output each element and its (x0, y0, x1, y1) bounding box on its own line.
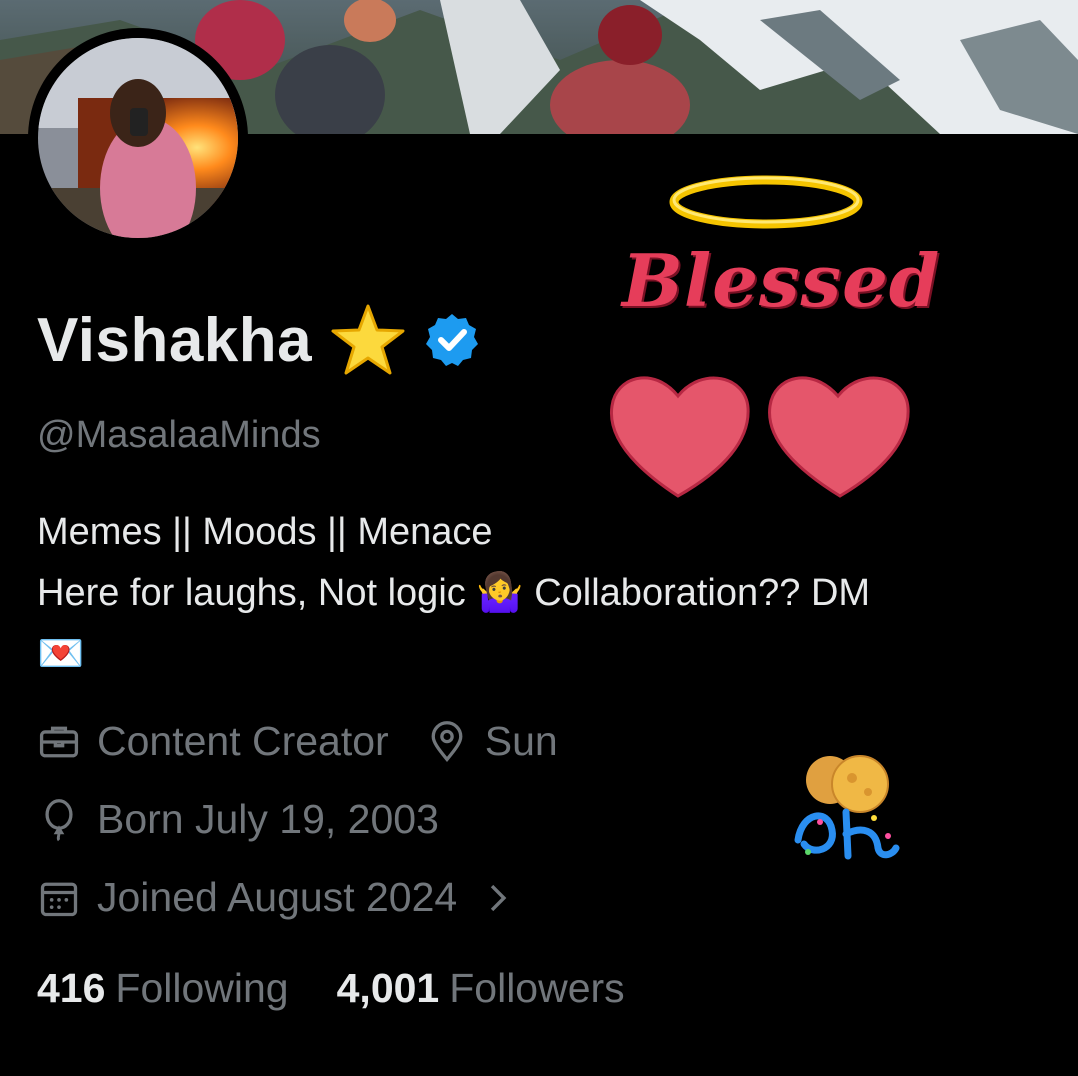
love-letter-emoji: 💌 (37, 633, 85, 675)
category-label: Content Creator (97, 718, 389, 764)
followers-label: Followers (449, 965, 625, 1011)
profile-meta-row: Content Creator Sun (37, 718, 594, 765)
briefcase-icon (39, 726, 79, 757)
profile-joined[interactable]: Joined August 2024 (37, 874, 547, 921)
location-label: Sun (484, 718, 558, 764)
star-emoji (331, 304, 405, 375)
profile-stats: 416 Following 4,001 Followers (37, 965, 625, 1012)
calendar-icon (40, 882, 78, 916)
profile-bio: Memes || Moods || Menace Here for laughs… (37, 502, 1057, 685)
profile-birthday: Born July 19, 2003 (37, 796, 475, 843)
profile-location: Sun (425, 718, 558, 765)
festive-sticker (794, 755, 900, 860)
followers-link[interactable]: 4,001 Followers (337, 965, 625, 1012)
bio-line: Here for laughs, Not logic 🤷‍♀️ Collabor… (37, 563, 1057, 624)
profile-avatar[interactable] (28, 28, 248, 248)
profile-category: Content Creator (37, 718, 389, 765)
halo-sticker (669, 175, 863, 229)
following-label: Following (115, 965, 289, 1011)
following-count: 416 (37, 965, 106, 1011)
balloon-icon (45, 798, 73, 841)
avatar-image (38, 38, 238, 238)
verified-badge-icon[interactable] (424, 312, 480, 368)
birthday-item: Born July 19, 2003 (37, 796, 439, 843)
bio-line: 💌 (37, 624, 1057, 685)
bio-text: Here for laughs, Not logic (37, 572, 477, 614)
following-link[interactable]: 416 Following (37, 965, 289, 1012)
profile-handle: @MasalaaMinds (37, 414, 321, 456)
location-pin-icon (431, 720, 463, 762)
bio-line: Memes || Moods || Menace (37, 511, 493, 553)
joined-label: Joined August 2024 (97, 874, 458, 920)
bio-text: Collaboration?? DM (523, 572, 871, 614)
shrug-emoji: 🤷‍♀️ (476, 572, 524, 614)
blessed-sticker: Blessed (622, 238, 941, 323)
display-name: Vishakha (37, 305, 313, 375)
chevron-right-icon[interactable] (485, 881, 511, 915)
followers-count: 4,001 (336, 965, 440, 1011)
birthday-label: Born July 19, 2003 (97, 796, 439, 842)
profile-name-row: Vishakha (37, 300, 480, 380)
joined-item[interactable]: Joined August 2024 (37, 874, 511, 921)
hearts-sticker (609, 376, 910, 498)
